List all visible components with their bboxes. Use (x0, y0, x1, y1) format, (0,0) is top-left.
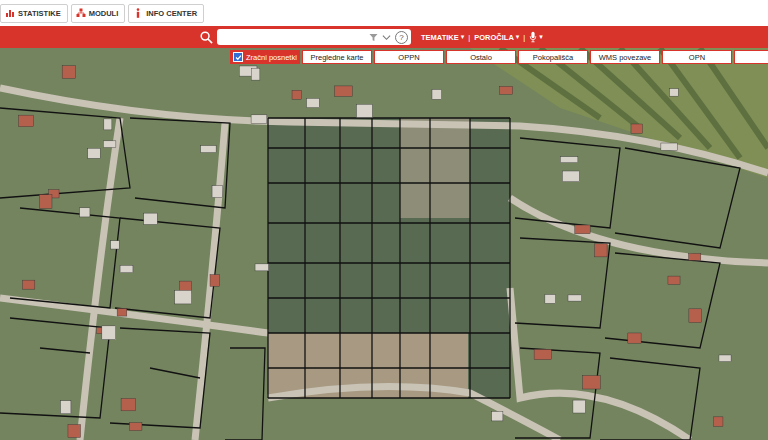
toolbar-menus: TEMATIKE ▾ | POROČILA ▾ | ▾ (421, 31, 543, 43)
info-icon (133, 8, 143, 18)
toolbar-menu[interactable]: TEMATIKE ▾ (421, 33, 464, 42)
help-button[interactable]: ? (395, 31, 408, 44)
chart-icon (5, 8, 15, 18)
layer-tab[interactable]: Pregledne karte (302, 50, 372, 64)
layer-tabs: Zračni posnetkiPregledne karteOPPNOstalo… (230, 50, 768, 64)
gis-app: STATISTIKEMODULIINFO CENTER? TEMATIKE ▾ | P… (0, 0, 768, 440)
check-icon (235, 54, 242, 61)
layer-tab[interactable]: Pokopališča (518, 50, 588, 64)
search-input[interactable] (220, 31, 365, 43)
separator: | (523, 33, 525, 42)
filter-icon[interactable] (369, 33, 378, 42)
top-bar: STATISTIKEMODULIINFO CENTER (0, 0, 768, 26)
top-button[interactable]: INFO CENTER (128, 4, 204, 23)
layer-tab[interactable]: WMS povezave (590, 50, 660, 64)
layer-tab[interactable] (734, 50, 768, 64)
map[interactable]: Zračni posnetkiPregledne karteOPPNOstalo… (0, 48, 768, 440)
modules-icon (76, 8, 86, 18)
checkbox[interactable] (233, 52, 243, 62)
voice-menu[interactable]: ▾ (529, 31, 543, 43)
top-button[interactable]: STATISTIKE (0, 4, 68, 23)
layer-tab[interactable]: OPN (662, 50, 732, 64)
toolbar-menu[interactable]: POROČILA ▾ (474, 33, 519, 42)
chevron-down-icon[interactable] (382, 33, 391, 42)
aerial-map[interactable] (0, 48, 768, 440)
toolbar: ? TEMATIKE ▾ | POROČILA ▾ | ▾ (0, 26, 768, 48)
magnifier-icon[interactable] (200, 31, 213, 44)
layer-tab[interactable]: Ostalo (446, 50, 516, 64)
microphone-icon (529, 31, 537, 43)
search-field[interactable]: ? (217, 29, 411, 45)
layer-tab[interactable]: Zračni posnetki (230, 50, 300, 64)
layer-tab[interactable]: OPPN (374, 50, 444, 64)
top-button[interactable]: MODULI (71, 4, 126, 23)
separator: | (468, 33, 470, 42)
